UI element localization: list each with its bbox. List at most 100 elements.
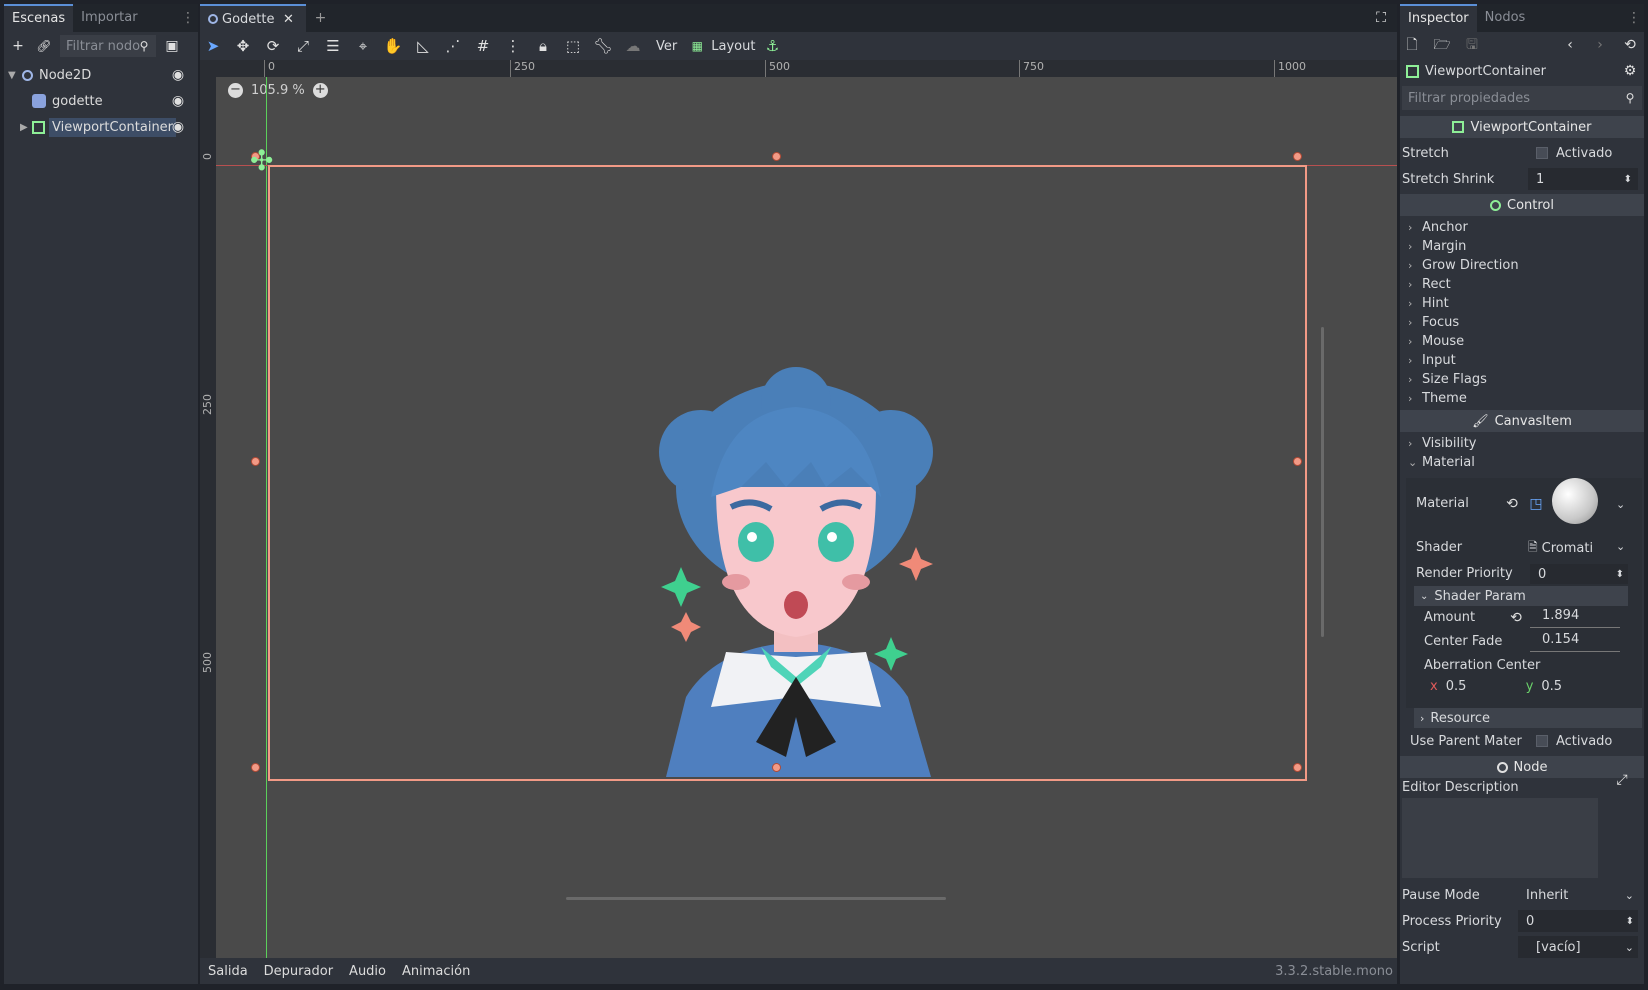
stretch-checkbox[interactable]: Activado: [1528, 142, 1638, 164]
canvas-viewport[interactable]: − 105.9 % + ✣: [216, 77, 1397, 960]
aberration-x-field[interactable]: 0.5: [1446, 679, 1526, 694]
script-attach-icon[interactable]: ▣: [162, 36, 182, 56]
group-input[interactable]: › Input: [1400, 351, 1644, 370]
vertical-scrollbar[interactable]: [1321, 327, 1324, 637]
material-resource-icon[interactable]: ◳: [1526, 494, 1546, 514]
link-icon[interactable]: 🔗︎: [34, 36, 54, 56]
history-back-icon[interactable]: ‹: [1560, 35, 1580, 55]
tab-inspector[interactable]: Inspector: [1400, 4, 1477, 32]
revert-icon[interactable]: ⟲: [1502, 494, 1522, 514]
pause-mode-select[interactable]: Inherit ⌄: [1518, 884, 1638, 906]
group-material[interactable]: ⌄ Material: [1400, 453, 1644, 472]
zoom-out-icon[interactable]: −: [228, 83, 243, 98]
rotate-tool-icon[interactable]: ⟳: [260, 33, 286, 59]
filter-properties-input[interactable]: Filtrar propiedades ⚲: [1402, 86, 1642, 110]
snap-options-icon[interactable]: ⋮: [500, 33, 526, 59]
render-priority-spinbox[interactable]: 0 ⬍: [1530, 564, 1628, 584]
shader-resource-picker[interactable]: 🗎 Cromati: [1528, 538, 1593, 559]
revert-icon[interactable]: ⟲: [1506, 608, 1526, 628]
resource-group[interactable]: › Resource: [1414, 708, 1642, 728]
group-icon[interactable]: ⬚: [560, 33, 586, 59]
center-fade-slider[interactable]: 0.154: [1530, 632, 1620, 652]
tab-importar[interactable]: Importar: [73, 4, 145, 32]
zoom-level[interactable]: 105.9 %: [251, 83, 305, 98]
chevron-down-icon[interactable]: ⌄: [1616, 498, 1625, 511]
select-tool-icon[interactable]: ➤: [200, 33, 226, 59]
bone-icon[interactable]: 🦴︎: [590, 33, 616, 59]
resize-handle[interactable]: [1293, 457, 1302, 466]
tab-audio[interactable]: Audio: [341, 964, 394, 979]
layout-menu[interactable]: Layout: [711, 39, 755, 54]
camera-icon[interactable]: ☁: [620, 33, 646, 59]
visibility-eye-icon[interactable]: ◉: [168, 65, 188, 85]
spin-arrows-icon[interactable]: ⬍: [1626, 916, 1634, 927]
tab-depurador[interactable]: Depurador: [256, 964, 341, 979]
group-grow-direction[interactable]: › Grow Direction: [1400, 256, 1644, 275]
spin-arrows-icon[interactable]: ⬍: [1616, 569, 1624, 580]
aberration-y-field[interactable]: 0.5: [1541, 679, 1562, 694]
ver-menu[interactable]: Ver: [656, 39, 677, 54]
tab-nodos[interactable]: Nodos: [1477, 4, 1534, 32]
move-tool-icon[interactable]: ✥: [230, 33, 256, 59]
chevron-down-icon[interactable]: ▼: [8, 70, 22, 81]
ruler-tool-icon[interactable]: ◺: [410, 33, 436, 59]
process-priority-spinbox[interactable]: 0 ⬍: [1518, 910, 1638, 932]
group-anchor[interactable]: › Anchor: [1400, 218, 1644, 237]
group-rect[interactable]: › Rect: [1400, 275, 1644, 294]
filter-nodes-input[interactable]: Filtrar nodo ⚲: [60, 35, 156, 57]
visibility-eye-icon[interactable]: ◉: [168, 117, 188, 137]
save-icon[interactable]: 🖫: [1462, 35, 1482, 55]
shader-param-group[interactable]: ⌄ Shader Param: [1414, 586, 1628, 606]
resize-handle[interactable]: [251, 763, 260, 772]
expand-icon[interactable]: ⤢: [1612, 770, 1632, 790]
add-tab-icon[interactable]: +: [310, 8, 330, 28]
resize-handle[interactable]: [772, 763, 781, 772]
script-picker[interactable]: [vacío] ⌄: [1518, 936, 1638, 958]
group-theme[interactable]: › Theme: [1400, 389, 1644, 408]
tab-salida[interactable]: Salida: [200, 964, 256, 979]
add-node-icon[interactable]: +: [8, 36, 28, 56]
spin-arrows-icon[interactable]: ⬍: [1624, 174, 1632, 185]
scene-tab[interactable]: Godette ✕: [200, 4, 307, 32]
dock-menu-icon[interactable]: ⋮: [178, 8, 198, 28]
stretch-shrink-spinbox[interactable]: 1 ⬍: [1528, 168, 1638, 190]
horizontal-scrollbar[interactable]: [566, 897, 946, 900]
tree-item-viewportcontainer[interactable]: ▶ ViewportContainer ◉: [4, 114, 198, 140]
chevron-down-icon[interactable]: ⌄: [1616, 540, 1625, 553]
history-icon[interactable]: ⟲: [1620, 35, 1640, 55]
pan-tool-icon[interactable]: ✋: [380, 33, 406, 59]
group-margin[interactable]: › Margin: [1400, 237, 1644, 256]
group-size-flags[interactable]: › Size Flags: [1400, 370, 1644, 389]
use-parent-checkbox[interactable]: Activado: [1528, 730, 1638, 752]
close-icon[interactable]: ✕: [278, 9, 298, 29]
checkbox-icon[interactable]: [1536, 735, 1548, 747]
resize-handle[interactable]: [1293, 763, 1302, 772]
grid-snap-icon[interactable]: #: [470, 33, 496, 59]
anchor-gizmo-icon[interactable]: ✣: [250, 147, 273, 175]
tab-escenas[interactable]: Escenas: [4, 4, 74, 32]
resize-handle[interactable]: [1293, 152, 1302, 161]
group-hint[interactable]: › Hint: [1400, 294, 1644, 313]
godette-sprite[interactable]: [646, 357, 966, 777]
visibility-eye-icon[interactable]: ◉: [168, 91, 188, 111]
group-visibility[interactable]: › Visibility: [1400, 434, 1644, 453]
tree-item-godette[interactable]: godette ◉: [4, 88, 198, 114]
history-forward-icon[interactable]: ›: [1590, 35, 1610, 55]
zoom-in-icon[interactable]: +: [312, 83, 328, 98]
pivot-tool-icon[interactable]: ⌖: [350, 33, 376, 59]
dock-menu-icon[interactable]: ⋮: [1624, 8, 1644, 28]
resize-handle[interactable]: [772, 152, 781, 161]
object-properties-icon[interactable]: ⚙: [1620, 61, 1640, 81]
scale-tool-icon[interactable]: ⤢: [290, 33, 316, 59]
resize-handle[interactable]: [251, 457, 260, 466]
tab-animacion[interactable]: Animación: [394, 964, 478, 979]
lock-icon[interactable]: 🔒︎: [530, 33, 556, 59]
open-folder-icon[interactable]: 🗁: [1432, 35, 1452, 55]
chevron-right-icon[interactable]: ▶: [20, 122, 32, 133]
tree-item-node2d[interactable]: ▼ Node2D ◉: [4, 62, 198, 88]
anchor-icon[interactable]: ⚓︎: [759, 33, 785, 59]
smart-snap-icon[interactable]: ⋰: [440, 33, 466, 59]
material-preview[interactable]: [1552, 478, 1598, 524]
amount-slider[interactable]: 1.894: [1530, 608, 1620, 628]
checkbox-icon[interactable]: [1536, 147, 1548, 159]
